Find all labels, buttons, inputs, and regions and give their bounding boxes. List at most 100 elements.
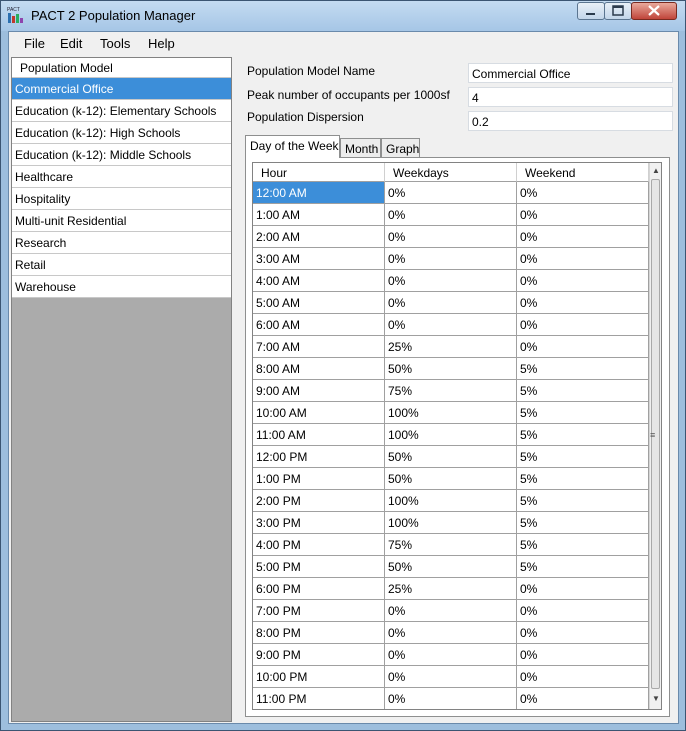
weekend-cell[interactable]: 5% (517, 446, 649, 468)
hour-cell[interactable]: 3:00 PM (253, 512, 385, 534)
list-item-retail[interactable]: Retail (12, 254, 231, 276)
close-button[interactable] (631, 2, 677, 20)
weekdays-cell[interactable]: 100% (385, 424, 517, 446)
column-header-hour[interactable]: Hour (253, 163, 385, 182)
list-item-elementary-schools[interactable]: Education (k-12): Elementary Schools (12, 100, 231, 122)
minimize-button[interactable] (577, 2, 605, 20)
hour-cell[interactable]: 1:00 PM (253, 468, 385, 490)
hour-cell[interactable]: 8:00 AM (253, 358, 385, 380)
hour-cell[interactable]: 7:00 PM (253, 600, 385, 622)
tab-day-of-week[interactable]: Day of the Week (245, 135, 340, 158)
hour-cell[interactable]: 11:00 PM (253, 688, 385, 709)
column-header-weekdays[interactable]: Weekdays (385, 163, 517, 182)
hour-cell[interactable]: 11:00 AM (253, 424, 385, 446)
column-header-weekend[interactable]: Weekend (517, 163, 649, 182)
weekdays-cell[interactable]: 0% (385, 688, 517, 709)
weekend-cell[interactable]: 0% (517, 226, 649, 248)
hour-cell[interactable]: 10:00 PM (253, 666, 385, 688)
hour-cell[interactable]: 12:00 AM (253, 182, 385, 204)
scroll-down-icon[interactable]: ▼ (651, 692, 661, 706)
weekend-cell[interactable]: 0% (517, 336, 649, 358)
weekdays-cell[interactable]: 100% (385, 512, 517, 534)
population-model-list[interactable]: Population Model Commercial Office Educa… (11, 57, 232, 722)
weekdays-cell[interactable]: 0% (385, 270, 517, 292)
weekend-cell[interactable]: 5% (517, 512, 649, 534)
list-item-middle-schools[interactable]: Education (k-12): Middle Schools (12, 144, 231, 166)
maximize-button[interactable] (604, 2, 632, 20)
tab-month[interactable]: Month (340, 138, 381, 158)
weekend-cell[interactable]: 5% (517, 402, 649, 424)
weekdays-cell[interactable]: 50% (385, 358, 517, 380)
weekdays-cell[interactable]: 100% (385, 490, 517, 512)
population-dispersion-input[interactable]: 0.2 (468, 111, 673, 131)
weekdays-cell[interactable]: 25% (385, 336, 517, 358)
weekdays-cell[interactable]: 50% (385, 446, 517, 468)
list-item-healthcare[interactable]: Healthcare (12, 166, 231, 188)
weekdays-cell[interactable]: 0% (385, 204, 517, 226)
list-item-multi-unit-residential[interactable]: Multi-unit Residential (12, 210, 231, 232)
weekdays-cell[interactable]: 0% (385, 644, 517, 666)
hour-cell[interactable]: 6:00 AM (253, 314, 385, 336)
hour-cell[interactable]: 5:00 AM (253, 292, 385, 314)
weekend-cell[interactable]: 0% (517, 204, 649, 226)
hour-cell[interactable]: 3:00 AM (253, 248, 385, 270)
model-name-input[interactable]: Commercial Office (468, 63, 673, 83)
weekdays-cell[interactable]: 75% (385, 380, 517, 402)
hour-cell[interactable]: 6:00 PM (253, 578, 385, 600)
hour-cell[interactable]: 8:00 PM (253, 622, 385, 644)
tab-graph[interactable]: Graph (381, 138, 420, 158)
weekend-cell[interactable]: 5% (517, 424, 649, 446)
list-item-high-schools[interactable]: Education (k-12): High Schools (12, 122, 231, 144)
weekdays-cell[interactable]: 0% (385, 292, 517, 314)
hour-cell[interactable]: 9:00 PM (253, 644, 385, 666)
menu-help[interactable]: Help (148, 36, 175, 51)
list-item-commercial-office[interactable]: Commercial Office (12, 78, 231, 100)
weekend-cell[interactable]: 5% (517, 534, 649, 556)
weekdays-cell[interactable]: 0% (385, 622, 517, 644)
hour-cell[interactable]: 7:00 AM (253, 336, 385, 358)
menu-tools[interactable]: Tools (100, 36, 130, 51)
scroll-thumb[interactable]: ≡ (650, 179, 660, 689)
weekend-cell[interactable]: 5% (517, 490, 649, 512)
weekdays-cell[interactable]: 0% (385, 182, 517, 204)
weekend-cell[interactable]: 5% (517, 380, 649, 402)
weekend-cell[interactable]: 5% (517, 468, 649, 490)
weekdays-cell[interactable]: 0% (385, 248, 517, 270)
menu-edit[interactable]: Edit (60, 36, 82, 51)
weekdays-cell[interactable]: 100% (385, 402, 517, 424)
peak-occupants-input[interactable]: 4 (468, 87, 673, 107)
hour-cell[interactable]: 12:00 PM (253, 446, 385, 468)
weekdays-cell[interactable]: 0% (385, 600, 517, 622)
title-bar[interactable]: PACT PACT 2 Population Manager (1, 1, 685, 31)
list-item-warehouse[interactable]: Warehouse (12, 276, 231, 298)
grid-vertical-scrollbar[interactable]: ▲ ≡ ▼ (649, 163, 661, 709)
menu-file[interactable]: File (24, 36, 45, 51)
weekend-cell[interactable]: 0% (517, 688, 649, 709)
weekdays-cell[interactable]: 0% (385, 666, 517, 688)
weekdays-cell[interactable]: 0% (385, 226, 517, 248)
hour-cell[interactable]: 9:00 AM (253, 380, 385, 402)
hourly-schedule-grid[interactable]: Hour Weekdays Weekend ▲ ≡ ▼ 12:00 AM 0% 0%… (252, 162, 662, 710)
hour-cell[interactable]: 1:00 AM (253, 204, 385, 226)
weekend-cell[interactable]: 0% (517, 270, 649, 292)
weekdays-cell[interactable]: 50% (385, 468, 517, 490)
hour-cell[interactable]: 5:00 PM (253, 556, 385, 578)
weekend-cell[interactable]: 0% (517, 600, 649, 622)
weekend-cell[interactable]: 0% (517, 622, 649, 644)
scroll-up-icon[interactable]: ▲ (651, 164, 661, 178)
hour-cell[interactable]: 10:00 AM (253, 402, 385, 424)
weekend-cell[interactable]: 0% (517, 644, 649, 666)
weekdays-cell[interactable]: 0% (385, 314, 517, 336)
weekend-cell[interactable]: 5% (517, 358, 649, 380)
weekend-cell[interactable]: 0% (517, 292, 649, 314)
weekdays-cell[interactable]: 75% (385, 534, 517, 556)
list-item-research[interactable]: Research (12, 232, 231, 254)
list-item-hospitality[interactable]: Hospitality (12, 188, 231, 210)
weekend-cell[interactable]: 0% (517, 666, 649, 688)
hour-cell[interactable]: 2:00 PM (253, 490, 385, 512)
hour-cell[interactable]: 4:00 PM (253, 534, 385, 556)
weekend-cell[interactable]: 0% (517, 578, 649, 600)
weekend-cell[interactable]: 0% (517, 182, 649, 204)
weekdays-cell[interactable]: 50% (385, 556, 517, 578)
weekend-cell[interactable]: 5% (517, 556, 649, 578)
